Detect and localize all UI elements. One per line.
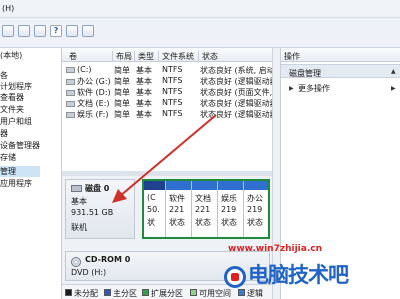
cdrom-name: CD-ROM 0 xyxy=(85,255,131,264)
dvd-icon xyxy=(71,257,81,267)
toolbar: ? xyxy=(0,18,400,48)
legend-free: 可用空间 xyxy=(199,289,231,298)
volume-row[interactable]: (C:) 简单 基本 NTFS 状态良好 (系统, 启动, 页 xyxy=(62,65,288,76)
cdrom-type: DVD (H:) xyxy=(71,268,107,277)
col-type[interactable]: 类型 xyxy=(134,51,154,62)
partition-c[interactable]: (C 50. 状 xyxy=(144,181,166,237)
watermark-logo-icon xyxy=(224,266,246,288)
menu-bar: (H) xyxy=(0,0,400,18)
partition-entertainment[interactable]: 娱乐 219 状态 xyxy=(218,181,244,237)
drive-icon xyxy=(66,66,75,73)
drive-icon xyxy=(66,89,75,96)
extended-partition: (C 50. 状 软件 221 状态 文档 221 状态 娱乐 219 状态 办… xyxy=(142,179,270,239)
tree-item-users-groups[interactable]: 用户和组 xyxy=(0,116,32,127)
drive-icon xyxy=(66,78,75,85)
disk-name: 磁盘 0 xyxy=(85,184,110,193)
hard-disk-icon xyxy=(71,185,82,192)
volume-row[interactable]: 办公 (G:) 简单 基本 NTFS 状态良好 (逻辑驱动器) xyxy=(62,76,281,87)
settings-icon[interactable] xyxy=(82,25,94,37)
legend-logical: 逻辑 xyxy=(247,289,263,298)
drive-icon xyxy=(66,111,75,118)
help-icon[interactable]: ? xyxy=(50,25,62,37)
expand-more-icon: ▶ xyxy=(289,85,294,92)
legend-free-swatch xyxy=(190,289,197,296)
tree-item-event-viewer[interactable]: 查看器 xyxy=(0,92,24,103)
legend-unallocated-swatch xyxy=(65,289,72,296)
volume-row[interactable]: 软件 (D:) 简单 基本 NTFS 状态良好 (页面文件, 逻 xyxy=(62,87,283,98)
legend-extended: 扩展分区 xyxy=(151,289,183,298)
col-filesystem[interactable]: 文件系统 xyxy=(158,51,194,62)
more-actions-link[interactable]: 更多操作 xyxy=(298,83,330,94)
legend-unallocated: 未分配 xyxy=(74,289,98,298)
properties-icon[interactable] xyxy=(34,25,46,37)
tree-item-task-scheduler[interactable]: 计划程序 xyxy=(0,81,32,92)
tree-item-services[interactable]: 应用程序 xyxy=(0,178,32,189)
disk-0-info[interactable]: 磁盘 0 基本 931.51 GB 联机 xyxy=(65,179,135,239)
legend-primary-swatch xyxy=(104,289,111,296)
submenu-arrow-icon: ▶ xyxy=(391,85,396,92)
actions-section-disk-management[interactable]: 磁盘管理 xyxy=(281,64,400,78)
tree-item-system[interactable]: 各 xyxy=(0,70,8,81)
menu-help[interactable]: (H) xyxy=(2,4,14,13)
partition-office[interactable]: 办公 219 状态 xyxy=(244,181,268,237)
legend-primary: 主分区 xyxy=(113,289,137,298)
disk-type: 基本 xyxy=(71,197,87,206)
back-icon[interactable] xyxy=(2,25,14,37)
tree-item-shared-folders[interactable]: 文件夹 xyxy=(0,104,24,115)
col-status[interactable]: 状态 xyxy=(198,51,218,62)
tree-item-disk-management[interactable]: 管理 xyxy=(0,166,40,177)
watermark-url: www.win7zhijia.cn xyxy=(228,244,322,254)
collapse-icon[interactable]: ▲ xyxy=(391,68,396,75)
col-layout[interactable]: 布局 xyxy=(112,51,132,62)
volume-list-header: 卷 布局 类型 文件系统 状态 xyxy=(62,48,280,62)
console-tree: (本地) 各 计划程序 查看器 文件夹 用户和组 器 设备管理器 存储 管理 应… xyxy=(0,48,62,299)
actions-header: 操作 xyxy=(281,48,400,62)
volume-row[interactable]: 娱乐 (F:) 简单 基本 NTFS 状态良好 (逻辑驱动器) xyxy=(62,109,281,120)
view-icon[interactable] xyxy=(66,25,78,37)
disk-size: 931.51 GB xyxy=(71,208,114,217)
tree-item-storage[interactable]: 存储 xyxy=(0,152,16,163)
tree-item-device-manager[interactable]: 设备管理器 xyxy=(0,140,40,151)
watermark-brand: 电脑技术吧 xyxy=(248,263,349,287)
volume-row[interactable]: 文档 (E:) 简单 基本 NTFS 状态良好 (逻辑驱动器) xyxy=(62,98,281,109)
col-volume[interactable]: 卷 xyxy=(66,51,77,62)
forward-icon[interactable] xyxy=(18,25,30,37)
partition-software[interactable]: 软件 221 状态 xyxy=(166,181,192,237)
tree-item-perf[interactable]: 器 xyxy=(0,128,8,139)
disk-state: 联机 xyxy=(71,223,87,232)
legend-logical-swatch xyxy=(238,289,245,296)
legend-extended-swatch xyxy=(142,289,149,296)
partition-documents[interactable]: 文档 221 状态 xyxy=(192,181,218,237)
drive-icon xyxy=(66,100,75,107)
tree-item-local[interactable]: (本地) xyxy=(0,50,22,61)
